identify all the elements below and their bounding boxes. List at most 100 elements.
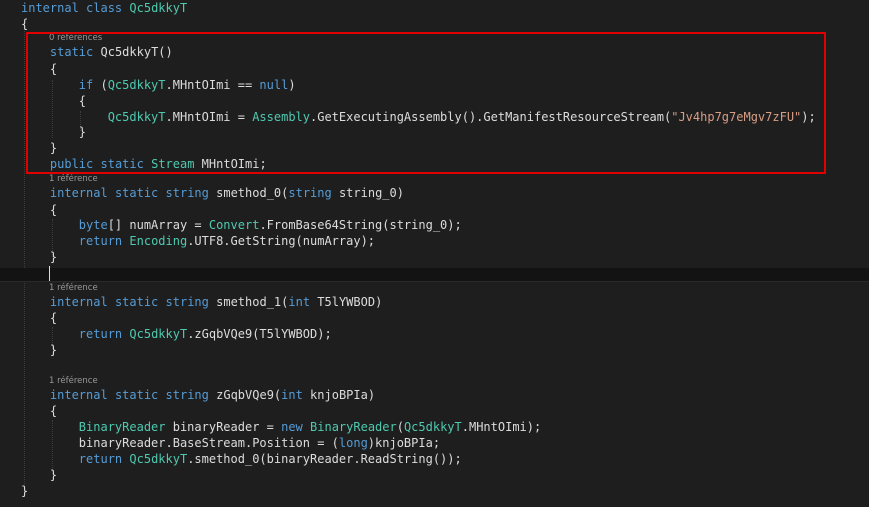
code-line[interactable]: { bbox=[21, 93, 86, 109]
code-line[interactable]: { bbox=[21, 16, 28, 32]
code-line[interactable]: public static Stream MHntOImi; bbox=[21, 156, 267, 172]
codelens-references[interactable]: 1 référence bbox=[49, 376, 98, 387]
code-token: MHntOImi; bbox=[194, 157, 267, 171]
code-token: smethod_0( bbox=[208, 186, 289, 200]
code-token: Qc5dkkyT bbox=[129, 452, 188, 466]
code-token: Assembly bbox=[252, 110, 310, 124]
code-token: return bbox=[78, 234, 123, 248]
code-token: internal bbox=[49, 295, 108, 309]
code-line[interactable]: { bbox=[21, 310, 57, 326]
code-token: BinaryReader bbox=[78, 420, 166, 434]
code-line[interactable]: } bbox=[21, 140, 57, 156]
code-token: { bbox=[21, 62, 58, 76]
code-line[interactable]: } bbox=[21, 483, 28, 499]
editor-split-bar[interactable] bbox=[0, 268, 869, 281]
code-token: class bbox=[86, 1, 123, 15]
code-token: knjoBPIa) bbox=[302, 388, 376, 402]
code-token: { bbox=[21, 404, 58, 418]
code-token: .GetExecutingAssembly().GetManifestResou… bbox=[310, 110, 672, 124]
code-token: byte bbox=[78, 218, 108, 232]
code-line[interactable]: static Qc5dkkyT() bbox=[21, 44, 173, 60]
code-token: public bbox=[49, 157, 94, 171]
code-token: } bbox=[21, 250, 58, 264]
code-token: internal bbox=[21, 1, 79, 15]
code-token: .FromBase64String(string_0); bbox=[259, 218, 462, 232]
code-token: } bbox=[21, 484, 29, 498]
code-line[interactable]: return Encoding.UTF8.GetString(numArray)… bbox=[21, 233, 375, 249]
code-token: [] numArray = bbox=[107, 218, 209, 232]
codelens-references[interactable]: 1 référence bbox=[49, 283, 98, 294]
code-token: if bbox=[78, 78, 94, 92]
code-token: .zGqbVQe9(T5lYWBOD); bbox=[187, 327, 332, 341]
code-token: new bbox=[281, 420, 303, 434]
code-line[interactable]: return Qc5dkkyT.smethod_0(binaryReader.R… bbox=[21, 451, 462, 467]
code-token: string_0) bbox=[331, 186, 404, 200]
code-token: Qc5dkkyT bbox=[129, 1, 188, 15]
code-token: string bbox=[165, 186, 209, 200]
code-token: ( bbox=[396, 420, 404, 434]
code-token: string bbox=[165, 295, 209, 309]
code-token: long bbox=[338, 436, 368, 450]
code-line[interactable]: { bbox=[21, 403, 57, 419]
code-token: binaryReader = bbox=[165, 420, 282, 434]
code-line[interactable]: return Qc5dkkyT.zGqbVQe9(T5lYWBOD); bbox=[21, 326, 332, 342]
code-line[interactable]: } bbox=[21, 124, 86, 140]
code-token: Qc5dkkyT bbox=[107, 78, 166, 92]
code-token: } bbox=[21, 125, 87, 139]
code-line[interactable]: { bbox=[21, 61, 57, 77]
code-token: int bbox=[281, 388, 303, 402]
code-token: int bbox=[288, 295, 311, 309]
code-line[interactable]: } bbox=[21, 342, 57, 358]
code-line[interactable]: internal static string smethod_1(int T5l… bbox=[21, 294, 382, 310]
code-token: string bbox=[165, 388, 209, 402]
code-token: { bbox=[21, 17, 29, 31]
code-line[interactable]: internal class Qc5dkkyT bbox=[21, 0, 187, 16]
code-line[interactable]: BinaryReader binaryReader = new BinaryRe… bbox=[21, 419, 541, 435]
code-token: ) bbox=[288, 78, 296, 92]
code-token: .MHntOImi == bbox=[165, 78, 260, 92]
code-token: Stream bbox=[151, 157, 195, 171]
code-line[interactable]: binaryReader.BaseStream.Position = (long… bbox=[21, 435, 440, 451]
code-token: Qc5dkkyT bbox=[107, 110, 166, 124]
codelens-references[interactable]: 1 référence bbox=[49, 174, 98, 185]
code-token: { bbox=[21, 203, 58, 217]
code-line[interactable]: Qc5dkkyT.MHntOImi = Assembly.GetExecutin… bbox=[21, 109, 816, 125]
code-token: static bbox=[114, 388, 159, 402]
code-line[interactable]: { bbox=[21, 202, 57, 218]
code-token: T5lYWBOD) bbox=[310, 295, 383, 309]
code-token: smethod_1( bbox=[208, 295, 289, 309]
code-token: internal bbox=[49, 388, 108, 402]
code-token: .UTF8.GetString(numArray); bbox=[187, 234, 376, 248]
code-token: binaryReader.BaseStream.Position = ( bbox=[21, 436, 339, 450]
code-token: return bbox=[78, 452, 123, 466]
text-caret bbox=[49, 266, 50, 281]
code-token: ); bbox=[801, 110, 816, 124]
code-line[interactable]: byte[] numArray = Convert.FromBase64Stri… bbox=[21, 217, 462, 233]
codelens-references[interactable]: 0 références bbox=[49, 33, 102, 44]
code-line[interactable]: internal static string smethod_0(string … bbox=[21, 185, 404, 201]
code-editor[interactable]: 0 références 1 référence 1 référence 1 r… bbox=[0, 0, 869, 507]
code-line[interactable]: } bbox=[21, 467, 57, 483]
code-token: Encoding bbox=[129, 234, 188, 248]
code-line[interactable]: if (Qc5dkkyT.MHntOImi == null) bbox=[21, 77, 296, 93]
split-divider bbox=[0, 281, 869, 282]
code-token: { bbox=[21, 94, 87, 108]
code-token: Convert bbox=[208, 218, 260, 232]
code-line[interactable]: } bbox=[21, 249, 57, 265]
code-line[interactable]: internal static string zGqbVQe9(int knjo… bbox=[21, 387, 375, 403]
